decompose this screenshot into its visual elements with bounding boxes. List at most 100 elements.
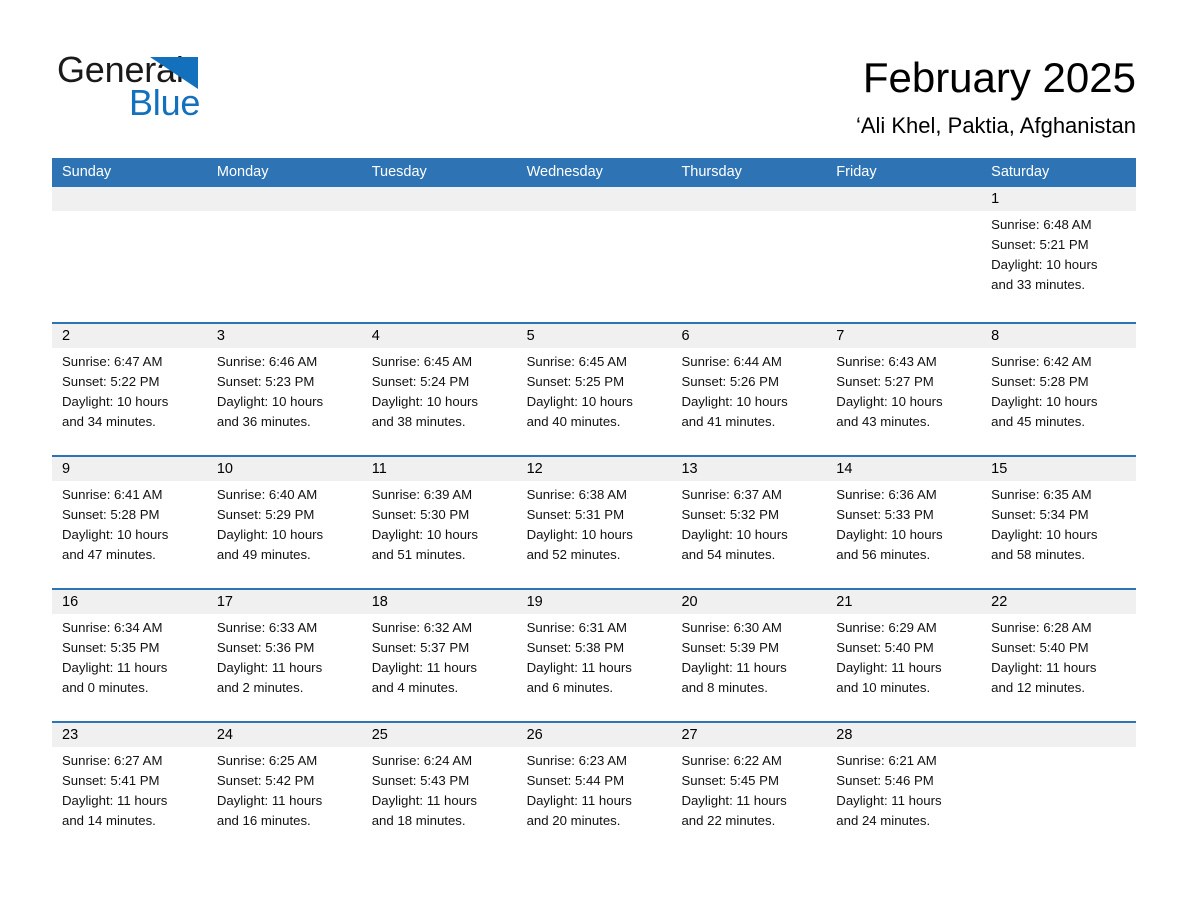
day-details: Sunrise: 6:44 AM Sunset: 5:26 PM Dayligh… (671, 348, 826, 432)
day-number: 4 (361, 324, 517, 348)
daylight-text-line1: Daylight: 10 hours (836, 394, 943, 409)
day-details (826, 211, 981, 215)
day-cell: 21 Sunrise: 6:29 AM Sunset: 5:40 PM Dayl… (826, 590, 982, 721)
sunrise-text: Sunrise: 6:38 AM (526, 487, 628, 502)
sunrise-text: Sunrise: 6:44 AM (681, 354, 782, 369)
day-details: Sunrise: 6:32 AM Sunset: 5:37 PM Dayligh… (362, 614, 517, 698)
day-details: Sunrise: 6:45 AM Sunset: 5:25 PM Dayligh… (517, 348, 672, 432)
sunset-text: Sunset: 5:38 PM (526, 640, 625, 655)
day-cell: 27 Sunrise: 6:22 AM Sunset: 5:45 PM Dayl… (671, 723, 827, 854)
daylight-text-line2: and 56 minutes. (836, 547, 931, 562)
day-details: Sunrise: 6:24 AM Sunset: 5:43 PM Dayligh… (362, 747, 517, 831)
daylight-text-line1: Daylight: 10 hours (371, 394, 479, 409)
day-details: Sunrise: 6:46 AM Sunset: 5:23 PM Dayligh… (207, 348, 362, 432)
day-details: Sunrise: 6:37 AM Sunset: 5:32 PM Dayligh… (671, 481, 826, 565)
daylight-text-line1: Daylight: 11 hours (371, 793, 478, 808)
sunset-text: Sunset: 5:28 PM (991, 374, 1089, 389)
day-details: Sunrise: 6:39 AM Sunset: 5:30 PM Dayligh… (362, 481, 517, 565)
sunrise-text: Sunrise: 6:27 AM (62, 753, 163, 768)
day-number: 16 (52, 590, 207, 614)
sunrise-text: Sunrise: 6:35 AM (991, 487, 1092, 502)
daylight-text-line1: Daylight: 10 hours (836, 527, 943, 542)
sunset-text: Sunset: 5:24 PM (371, 374, 470, 389)
day-details: Sunrise: 6:25 AM Sunset: 5:42 PM Dayligh… (207, 747, 362, 831)
daylight-text-line2: and 24 minutes. (836, 813, 931, 828)
daylight-text-line1: Daylight: 10 hours (526, 394, 633, 409)
day-details (671, 211, 826, 215)
daylight-text-line2: and 14 minutes. (62, 813, 156, 828)
day-cell (206, 187, 362, 322)
day-details: Sunrise: 6:22 AM Sunset: 5:45 PM Dayligh… (671, 747, 826, 831)
daylight-text-line2: and 2 minutes. (216, 680, 304, 695)
daylight-text-line1: Daylight: 11 hours (62, 660, 168, 675)
day-details: Sunrise: 6:43 AM Sunset: 5:27 PM Dayligh… (826, 348, 981, 432)
day-details: Sunrise: 6:27 AM Sunset: 5:41 PM Dayligh… (52, 747, 207, 831)
day-number (516, 187, 672, 211)
sunrise-text: Sunrise: 6:33 AM (216, 620, 318, 635)
sunrise-text: Sunrise: 6:42 AM (991, 354, 1092, 369)
day-cell: 4 Sunrise: 6:45 AM Sunset: 5:24 PM Dayli… (361, 324, 517, 455)
day-details: Sunrise: 6:45 AM Sunset: 5:24 PM Dayligh… (362, 348, 517, 432)
day-number: 20 (671, 590, 827, 614)
sunset-text: Sunset: 5:30 PM (371, 507, 470, 522)
sunset-text: Sunset: 5:40 PM (991, 640, 1089, 655)
day-cell: 12 Sunrise: 6:38 AM Sunset: 5:31 PM Dayl… (516, 457, 672, 588)
day-cell: 22 Sunrise: 6:28 AM Sunset: 5:40 PM Dayl… (981, 590, 1137, 721)
sunset-text: Sunset: 5:35 PM (62, 640, 160, 655)
sunset-text: Sunset: 5:33 PM (836, 507, 934, 522)
sunset-text: Sunset: 5:36 PM (216, 640, 315, 655)
sunrise-text: Sunrise: 6:45 AM (526, 354, 628, 369)
day-cell: 1 Sunrise: 6:48 AM Sunset: 5:21 PM Dayli… (981, 187, 1137, 322)
day-number: 17 (206, 590, 362, 614)
day-number: 25 (361, 723, 517, 747)
daylight-text-line2: and 20 minutes. (526, 813, 621, 828)
day-number: 24 (206, 723, 362, 747)
weekday-header-friday: Friday (836, 164, 877, 180)
daylight-text-line2: and 52 minutes. (526, 547, 621, 562)
day-details: Sunrise: 6:33 AM Sunset: 5:36 PM Dayligh… (207, 614, 362, 698)
sunset-text: Sunset: 5:23 PM (216, 374, 315, 389)
day-number: 28 (826, 723, 982, 747)
day-cell: 9 Sunrise: 6:41 AM Sunset: 5:28 PM Dayli… (52, 457, 207, 588)
day-number: 13 (671, 457, 827, 481)
day-number: 22 (981, 590, 1137, 614)
sunset-text: Sunset: 5:34 PM (991, 507, 1089, 522)
day-number: 27 (671, 723, 827, 747)
daylight-text-line2: and 4 minutes. (371, 680, 459, 695)
day-details (207, 211, 362, 215)
day-number (981, 723, 1137, 747)
week-row: 23 Sunrise: 6:27 AM Sunset: 5:41 PM Dayl… (52, 721, 1137, 854)
sunrise-text: Sunrise: 6:22 AM (681, 753, 782, 768)
daylight-text-line1: Daylight: 11 hours (681, 660, 787, 675)
sunset-text: Sunset: 5:44 PM (526, 773, 625, 788)
day-number: 1 (981, 187, 1137, 211)
daylight-text-line2: and 49 minutes. (216, 547, 311, 562)
sunset-text: Sunset: 5:37 PM (371, 640, 470, 655)
daylight-text-line1: Daylight: 10 hours (991, 394, 1098, 409)
week-row: 1 Sunrise: 6:48 AM Sunset: 5:21 PM Dayli… (52, 187, 1137, 322)
day-details (52, 211, 207, 215)
daylight-text-line2: and 38 minutes. (371, 414, 466, 429)
daylight-text-line2: and 54 minutes. (681, 547, 776, 562)
day-cell: 24 Sunrise: 6:25 AM Sunset: 5:42 PM Dayl… (206, 723, 362, 854)
day-cell: 20 Sunrise: 6:30 AM Sunset: 5:39 PM Dayl… (671, 590, 827, 721)
day-number (671, 187, 827, 211)
daylight-text-line1: Daylight: 10 hours (216, 527, 324, 542)
day-number: 7 (826, 324, 982, 348)
day-cell: 11 Sunrise: 6:39 AM Sunset: 5:30 PM Dayl… (361, 457, 517, 588)
daylight-text-line1: Daylight: 10 hours (991, 527, 1098, 542)
weekday-header-sunday: Sunday (62, 164, 112, 180)
day-cell (671, 187, 827, 322)
day-details: Sunrise: 6:28 AM Sunset: 5:40 PM Dayligh… (981, 614, 1136, 698)
daylight-text-line2: and 43 minutes. (836, 414, 931, 429)
sunrise-text: Sunrise: 6:41 AM (62, 487, 163, 502)
day-number: 8 (981, 324, 1137, 348)
daylight-text-line2: and 36 minutes. (216, 414, 311, 429)
day-details: Sunrise: 6:41 AM Sunset: 5:28 PM Dayligh… (52, 481, 207, 565)
daylight-text-line2: and 16 minutes. (216, 813, 311, 828)
day-details: Sunrise: 6:35 AM Sunset: 5:34 PM Dayligh… (981, 481, 1136, 565)
daylight-text-line1: Daylight: 10 hours (991, 257, 1098, 272)
daylight-text-line1: Daylight: 11 hours (62, 793, 168, 808)
daylight-text-line2: and 18 minutes. (371, 813, 466, 828)
weekday-header-monday: Monday (216, 164, 269, 180)
